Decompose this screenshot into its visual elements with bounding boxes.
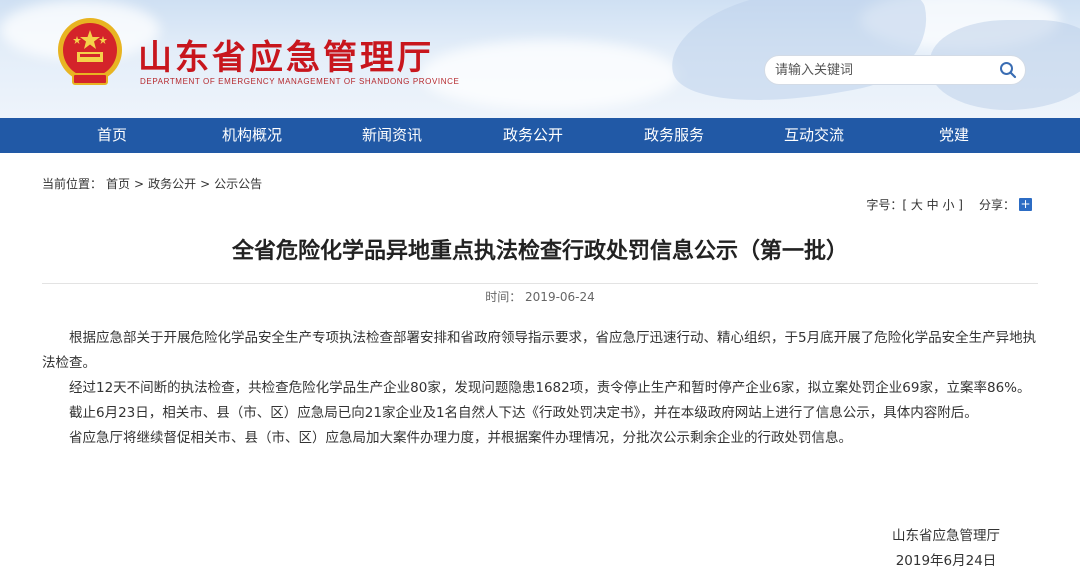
article-signature-block: 山东省应急管理厅 2019年6月24日: [892, 524, 1000, 574]
breadcrumb-label: 当前位置：: [42, 177, 103, 191]
divider: [42, 283, 1038, 284]
article-title: 全省危险化学品异地重点执法检查行政处罚信息公示（第一批）: [231, 239, 848, 264]
font-size-control[interactable]: 字号：[ 大 中 小 ]: [866, 196, 963, 213]
header-banner: 山东省应急管理厅 DEPARTMENT OF EMERGENCY MANAGEM…: [0, 0, 1080, 118]
signature-org: 山东省应急管理厅: [892, 528, 1000, 544]
article-tools: 字号：[ 大 中 小 ] 分享： +: [866, 196, 1032, 213]
share-label: 分享：: [978, 198, 1015, 212]
breadcrumb-item-gov-affairs[interactable]: 政务公开: [148, 177, 196, 191]
nav-item-news[interactable]: 新闻资讯: [348, 118, 436, 153]
site-subtitle: DEPARTMENT OF EMERGENCY MANAGEMENT OF SH…: [140, 77, 460, 86]
main-nav: 首页 机构概况 新闻资讯 政务公开 政务服务 互动交流 党建: [0, 118, 1080, 153]
nav-item-about[interactable]: 机构概况: [208, 118, 296, 153]
breadcrumb: 当前位置： 首页 > 政务公开 > 公示公告: [42, 175, 266, 192]
article-paragraph: 省应急厅将继续督促相关市、县（市、区）应急局加大案件办理力度，并根据案件办理情况…: [69, 430, 852, 446]
article-paragraph: 根据应急部关于开展危险化学品安全生产专项执法检查部署安排和省政府领导指示要求，省…: [42, 330, 1037, 371]
article-paragraph: 经过12天不间断的执法检查，共检查危险化学品生产企业80家，发现问题隐患1682…: [69, 380, 1031, 396]
breadcrumb-separator: >: [134, 177, 145, 191]
nav-item-home[interactable]: 首页: [70, 118, 154, 153]
article-paragraph: 截止6月23日，相关市、县（市、区）应急局已向21家企业及1名自然人下达《行政处…: [69, 405, 978, 421]
signature-date: 2019年6月24日: [895, 553, 997, 569]
article-body: 根据应急部关于开展危险化学品安全生产专项执法检查部署安排和省政府领导指示要求，省…: [42, 326, 1038, 451]
nav-item-services[interactable]: 政务服务: [630, 118, 718, 153]
article-date: 时间： 2019-06-24: [485, 290, 595, 304]
nav-item-party[interactable]: 党建: [910, 118, 998, 153]
banner-cloud: [420, 40, 680, 110]
breadcrumb-separator: >: [200, 177, 211, 191]
national-emblem-icon: [58, 18, 122, 85]
nav-item-gov-affairs[interactable]: 政务公开: [489, 118, 577, 153]
plus-icon[interactable]: +: [1019, 198, 1032, 211]
search-box: [764, 55, 1026, 85]
search-icon[interactable]: [999, 61, 1017, 79]
site-title: 山东省应急管理厅: [138, 38, 434, 78]
nav-item-interaction[interactable]: 互动交流: [770, 118, 858, 153]
breadcrumb-item-home[interactable]: 首页: [106, 177, 130, 191]
breadcrumb-item-notices[interactable]: 公示公告: [214, 177, 262, 191]
search-input[interactable]: [775, 56, 995, 84]
